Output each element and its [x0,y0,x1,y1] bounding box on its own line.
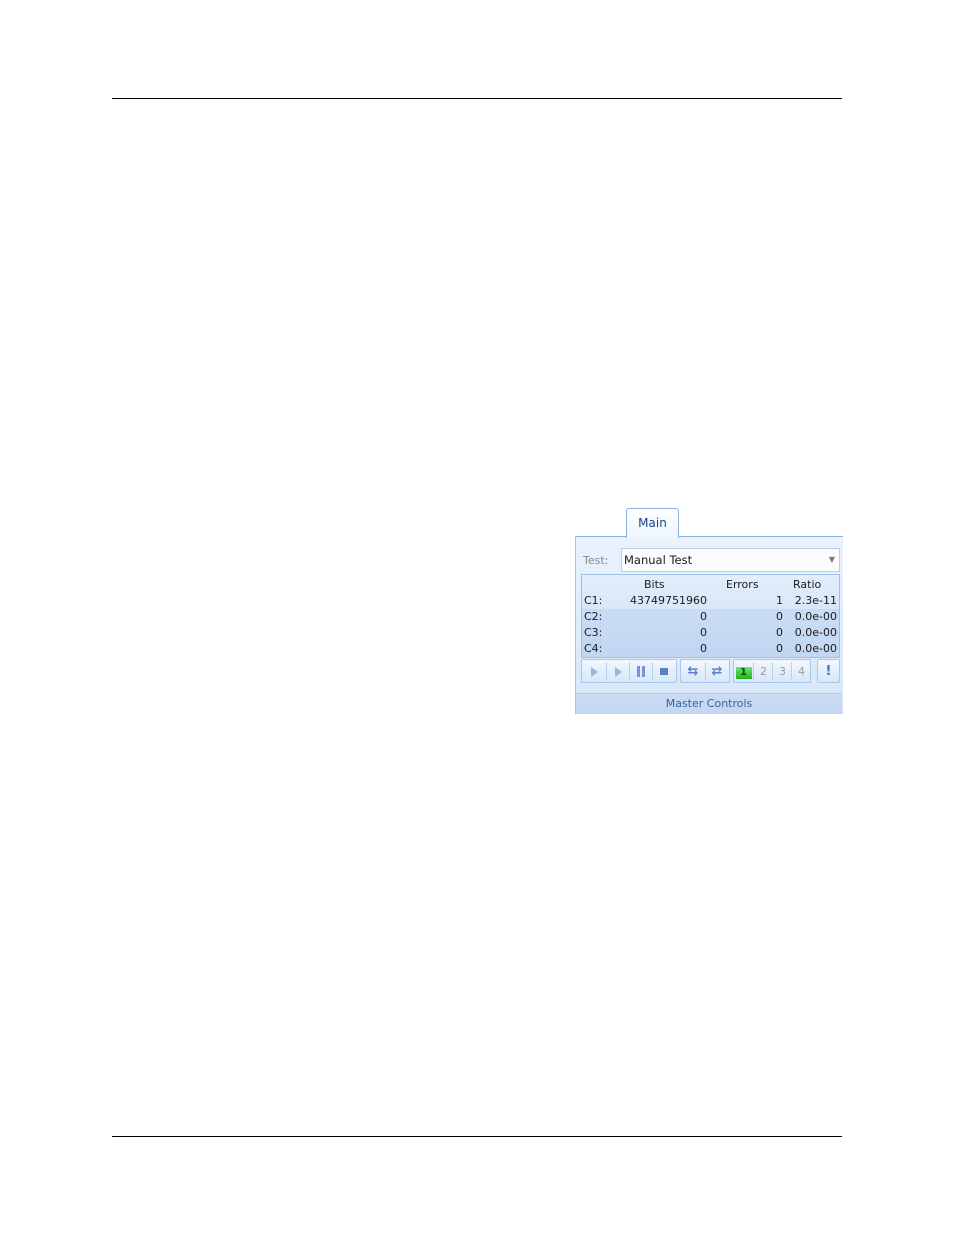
table-row: C1: 43749751960 1 2.3e-11 [582,593,839,609]
table-row: C3: 0 0 0.0e-00 [582,625,839,641]
row-label: C3: [584,626,603,639]
exclamation-icon: ! [825,664,832,679]
row-errors: 0 [776,642,783,655]
column-header-ratio: Ratio [793,578,822,591]
row-errors: 1 [776,594,783,607]
row-ratio: 0.0e-00 [794,642,837,655]
tab-main[interactable]: Main [626,508,679,538]
row-errors: 0 [776,626,783,639]
row-bits: 0 [700,626,707,639]
channel-2-label: 2 [760,665,767,678]
sync-button[interactable]: ⇆ [682,662,704,681]
info-group: ! [817,659,840,683]
stop-icon [660,668,668,675]
pause-icon [636,664,646,678]
row-ratio: 0.0e-00 [794,610,837,623]
test-select-value: Manual Test [624,553,693,567]
row-label: C4: [584,642,603,655]
row-label: C2: [584,610,603,623]
sync-group: ⇆ ⇄ [680,659,730,683]
channel-1-label: 1 [735,667,752,679]
play-loop-button[interactable] [606,662,629,681]
row-label: C1: [584,594,603,607]
master-controls-panel: Main Test: Manual Test ▼ Bits Errors Rat… [575,505,843,714]
channel-4-button[interactable]: 4 [791,662,811,681]
row-errors: 0 [776,610,783,623]
row-bits: 0 [700,610,707,623]
play-loop-icon [614,666,622,677]
sync-all-button[interactable]: ⇄ [705,662,728,681]
channel-3-label: 3 [779,665,786,678]
table-row: C2: 0 0 0.0e-00 [582,609,839,625]
play-icon [590,666,598,677]
sync-icon: ⇆ [687,664,699,679]
channel-4-label: 4 [798,665,805,678]
test-label: Test: [583,554,609,567]
results-table: Bits Errors Ratio C1: 43749751960 1 2.3e… [581,574,840,658]
chevron-down-icon[interactable]: ▼ [829,549,835,571]
row-ratio: 0.0e-00 [794,626,837,639]
master-toolbar: ⇆ ⇄ 1 2 3 4 ! [581,659,840,684]
sync-all-icon: ⇄ [711,664,723,679]
column-header-bits: Bits [644,578,665,591]
play-button[interactable] [583,662,605,681]
channel-group: 1 2 3 4 [733,659,811,683]
pause-button[interactable] [629,662,652,681]
footer-rule [112,1136,842,1137]
table-header: Bits Errors Ratio [582,577,839,593]
transport-group [581,659,677,683]
info-button[interactable]: ! [818,662,839,681]
row-ratio: 2.3e-11 [794,594,837,607]
test-select[interactable]: Manual Test ▼ [621,548,840,572]
panel-body: Test: Manual Test ▼ Bits Errors Ratio C1… [575,536,843,714]
row-bits: 43749751960 [630,594,707,607]
stop-button[interactable] [652,662,675,681]
channel-2-button[interactable]: 2 [753,662,773,681]
column-header-errors: Errors [726,578,759,591]
header-rule [112,98,842,99]
group-label: Master Controls [576,693,842,714]
row-bits: 0 [700,642,707,655]
channel-1-button[interactable]: 1 [734,662,753,681]
channel-3-button[interactable]: 3 [772,662,792,681]
table-row: C4: 0 0 0.0e-00 [582,641,839,657]
